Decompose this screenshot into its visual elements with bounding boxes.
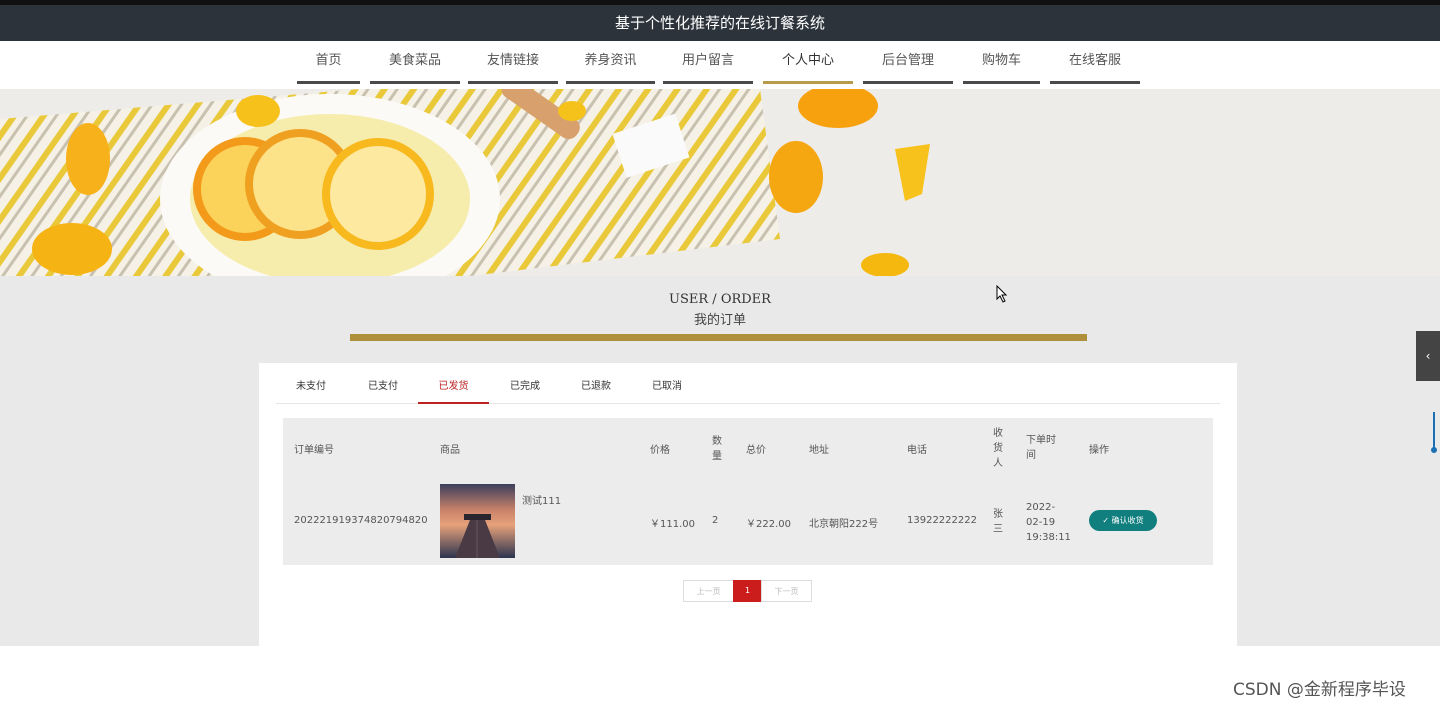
product-thumbnail[interactable] [440, 484, 515, 558]
cell-address: 北京朝阳222号 [809, 519, 879, 530]
nav-item-home[interactable]: 首页 [297, 41, 360, 84]
page-footer-area [0, 646, 1440, 706]
cell-order-no: 2022219193748207948​20 [294, 515, 428, 526]
app-title: 基于个性化推荐的在线订餐系统 [614, 14, 825, 32]
nav-item-health-news[interactable]: 养身资讯 [566, 41, 655, 84]
mouse-cursor-icon [996, 285, 1008, 303]
pagination-current-page[interactable]: 1 [733, 580, 762, 602]
nav-item-messages[interactable]: 用户留言 [663, 41, 753, 84]
cell-price: ￥111.00 [650, 519, 695, 530]
header-price: 价格 [650, 445, 670, 456]
header-time: 下单时间 [1026, 435, 1056, 461]
header-action: 操作 [1089, 445, 1109, 456]
watermark-text: CSDN @金新程序毕设 [1233, 680, 1406, 700]
confirm-receipt-button[interactable]: ✓ 确认收货 [1089, 510, 1157, 531]
header-product: 商品 [440, 445, 460, 456]
header-receiver: 收货人 [993, 428, 1003, 469]
nav-item-user-center[interactable]: 个人中心 [763, 41, 853, 84]
header-address: 地址 [809, 445, 829, 456]
confirm-receipt-label: 确认收货 [1111, 516, 1144, 525]
cell-product-name[interactable]: 测试111 [522, 492, 561, 507]
check-icon: ✓ [1102, 516, 1112, 525]
order-status-tabs: 未支付 已支付 已发货 已完成 已退款 已取消 [276, 373, 1220, 404]
pier-sunset-image [440, 484, 515, 558]
tab-completed[interactable]: 已完成 [490, 373, 560, 402]
header-phone: 电话 [907, 445, 927, 456]
nav-item-online-service[interactable]: 在线客服 [1050, 41, 1140, 84]
main-nav: 首页 美食菜品 友情链接 养身资讯 用户留言 个人中心 后台管理 购物车 在线客… [0, 41, 1440, 89]
tab-refunded[interactable]: 已退款 [561, 373, 631, 402]
nav-item-cart[interactable]: 购物车 [963, 41, 1040, 84]
section-title-zh: 我的订单 [693, 313, 746, 328]
scroll-position-indicator[interactable] [1431, 412, 1437, 454]
chevron-left-icon: ‹ [1425, 349, 1431, 363]
side-collapse-button[interactable]: ‹ [1416, 331, 1440, 381]
tab-paid[interactable]: 已支付 [348, 373, 418, 402]
cell-qty: 2 [712, 515, 719, 526]
tab-unpaid[interactable]: 未支付 [276, 373, 346, 402]
order-panel: 未支付 已支付 已发货 已完成 已退款 已取消 订单编号 商品 价格 数量 总价… [259, 363, 1237, 646]
tab-shipped[interactable]: 已发货 [418, 373, 489, 404]
banner-illustration [0, 89, 1440, 276]
cell-total: ￥222.00 [746, 519, 791, 530]
cell-phone: 13922222222 [907, 515, 977, 526]
tab-cancelled[interactable]: 已取消 [632, 373, 702, 402]
section-divider [350, 334, 1087, 341]
pagination-next-button[interactable]: 下一页 [761, 580, 812, 602]
top-title-bar: 基于个性化推荐的在线订餐系统 [0, 0, 1440, 41]
section-title-en: USER / ORDER [669, 292, 771, 307]
nav-item-links[interactable]: 友情链接 [468, 41, 558, 84]
cell-receiver: 张三 [993, 509, 1003, 535]
header-total: 总价 [746, 445, 766, 456]
nav-item-dishes[interactable]: 美食菜品 [370, 41, 460, 84]
pagination-prev-button[interactable]: 上一页 [683, 580, 734, 602]
header-order-no: 订单编号 [294, 445, 334, 456]
header-qty: 数量 [712, 436, 722, 462]
nav-item-admin[interactable]: 后台管理 [863, 41, 953, 84]
order-table: 订单编号 商品 价格 数量 总价 地址 电话 收货人 下单时间 操作 20222… [283, 418, 1213, 565]
hero-banner-image [0, 89, 1440, 276]
cell-order-time: 2022-02-19 19:38:11 [1026, 502, 1071, 543]
